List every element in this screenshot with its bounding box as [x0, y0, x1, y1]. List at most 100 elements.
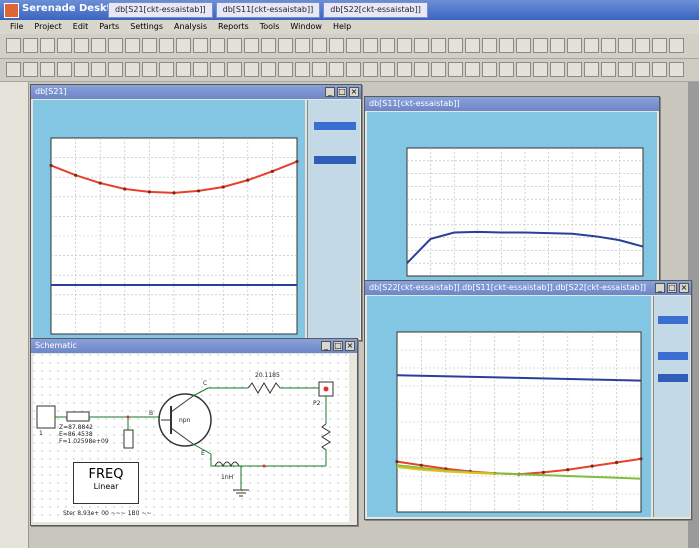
title-tab[interactable]: db[S11[ckt-essaistab]] — [215, 2, 321, 18]
toolbar-button[interactable] — [74, 62, 89, 77]
close-button[interactable]: × — [349, 87, 359, 97]
menu-help[interactable]: Help — [333, 20, 351, 34]
toolbar-button[interactable] — [74, 38, 89, 53]
minimize-button[interactable]: _ — [325, 87, 335, 97]
toolbar-button[interactable] — [652, 38, 667, 53]
minimize-button[interactable]: _ — [321, 341, 331, 351]
toolbar-button[interactable] — [380, 62, 395, 77]
toolbar-button[interactable] — [397, 62, 412, 77]
toolbar-button[interactable] — [431, 38, 446, 53]
legend-chip[interactable] — [314, 122, 356, 130]
schematic-canvas[interactable]: 1 P2 20.1185 1nH npn C B E Z=87.8842 E=8… — [33, 354, 349, 522]
chart-top-right-svg[interactable] — [367, 112, 657, 280]
toolbar-button[interactable] — [431, 62, 446, 77]
toolbar-button[interactable] — [278, 62, 293, 77]
toolbar-button[interactable] — [635, 62, 650, 77]
toolbar-button[interactable] — [244, 38, 259, 53]
toolbar-button[interactable] — [567, 38, 582, 53]
menu-reports[interactable]: Reports — [218, 20, 249, 34]
toolbar-button[interactable] — [618, 62, 633, 77]
toolbar-button[interactable] — [346, 62, 361, 77]
toolbar-button[interactable] — [295, 62, 310, 77]
toolbar-button[interactable] — [261, 38, 276, 53]
maximize-button[interactable]: □ — [333, 341, 343, 351]
toolbar-button[interactable] — [40, 38, 55, 53]
close-button[interactable]: × — [345, 341, 355, 351]
toolbar-button[interactable] — [125, 62, 140, 77]
toolbar-button[interactable] — [669, 62, 684, 77]
toolbar-button[interactable] — [516, 62, 531, 77]
toolbar-button[interactable] — [346, 38, 361, 53]
toolbar-button[interactable] — [550, 62, 565, 77]
toolbar-button[interactable] — [57, 62, 72, 77]
toolbar-button[interactable] — [618, 38, 633, 53]
toolbar-button[interactable] — [414, 38, 429, 53]
menu-parts[interactable]: Parts — [99, 20, 119, 34]
toolbar-button[interactable] — [295, 38, 310, 53]
toolbar-button[interactable] — [210, 62, 225, 77]
toolbar-button[interactable] — [159, 62, 174, 77]
toolbar-button[interactable] — [261, 62, 276, 77]
toolbar-button[interactable] — [125, 38, 140, 53]
menu-window[interactable]: Window — [290, 20, 322, 34]
toolbar-button[interactable] — [91, 38, 106, 53]
toolbar-button[interactable] — [482, 38, 497, 53]
menu-project[interactable]: Project — [34, 20, 61, 34]
toolbar-button[interactable] — [6, 62, 21, 77]
legend-chip[interactable] — [658, 374, 688, 382]
toolbar-button[interactable] — [601, 38, 616, 53]
toolbar-button[interactable] — [108, 62, 123, 77]
toolbar-button[interactable] — [176, 38, 191, 53]
maximize-button[interactable]: □ — [337, 87, 347, 97]
toolbar-button[interactable] — [40, 62, 55, 77]
menu-analysis[interactable]: Analysis — [174, 20, 207, 34]
toolbar-button[interactable] — [414, 62, 429, 77]
toolbar-button[interactable] — [465, 62, 480, 77]
toolbar-button[interactable] — [176, 62, 191, 77]
toolbar-button[interactable] — [6, 38, 21, 53]
maximize-button[interactable]: □ — [667, 283, 677, 293]
toolbar-button[interactable] — [584, 62, 599, 77]
toolbar-button[interactable] — [397, 38, 412, 53]
toolbar-button[interactable] — [499, 62, 514, 77]
toolbar-button[interactable] — [193, 62, 208, 77]
title-tab[interactable]: db[S21[ckt-essaistab]] — [108, 2, 213, 18]
toolbar-button[interactable] — [329, 38, 344, 53]
toolbar-button[interactable] — [533, 62, 548, 77]
toolbar-button[interactable] — [380, 38, 395, 53]
toolbar-button[interactable] — [142, 62, 157, 77]
toolbar-button[interactable] — [550, 38, 565, 53]
toolbar-button[interactable] — [108, 38, 123, 53]
chart-bottom-right-svg[interactable] — [367, 296, 651, 517]
menu-tools[interactable]: Tools — [260, 20, 280, 34]
toolbar-button[interactable] — [601, 62, 616, 77]
freq-block[interactable]: FREQ Linear — [73, 462, 139, 504]
toolbar-button[interactable] — [635, 38, 650, 53]
toolbar-button[interactable] — [448, 38, 463, 53]
close-button[interactable]: × — [679, 283, 689, 293]
toolbar-button[interactable] — [227, 62, 242, 77]
legend-chip[interactable] — [658, 352, 688, 360]
toolbar-button[interactable] — [57, 38, 72, 53]
title-tab[interactable]: db[S22[ckt-essaistab]] — [323, 2, 428, 18]
toolbar-button[interactable] — [91, 62, 106, 77]
toolbar-button[interactable] — [465, 38, 480, 53]
toolbar-button[interactable] — [23, 38, 38, 53]
chart-left-svg[interactable] — [33, 100, 305, 338]
toolbar-button[interactable] — [669, 38, 684, 53]
toolbar-button[interactable] — [312, 62, 327, 77]
toolbar-button[interactable] — [210, 38, 225, 53]
toolbar-button[interactable] — [312, 38, 327, 53]
toolbar-button[interactable] — [227, 38, 242, 53]
toolbar-button[interactable] — [193, 38, 208, 53]
toolbar-button[interactable] — [363, 38, 378, 53]
toolbar-button[interactable] — [482, 62, 497, 77]
legend-chip[interactable] — [658, 316, 688, 324]
toolbar-button[interactable] — [652, 62, 667, 77]
menu-file[interactable]: File — [10, 20, 23, 34]
toolbar-button[interactable] — [533, 38, 548, 53]
menu-settings[interactable]: Settings — [130, 20, 163, 34]
toolbar-button[interactable] — [448, 62, 463, 77]
legend-chip[interactable] — [314, 156, 356, 164]
minimize-button[interactable]: _ — [655, 283, 665, 293]
